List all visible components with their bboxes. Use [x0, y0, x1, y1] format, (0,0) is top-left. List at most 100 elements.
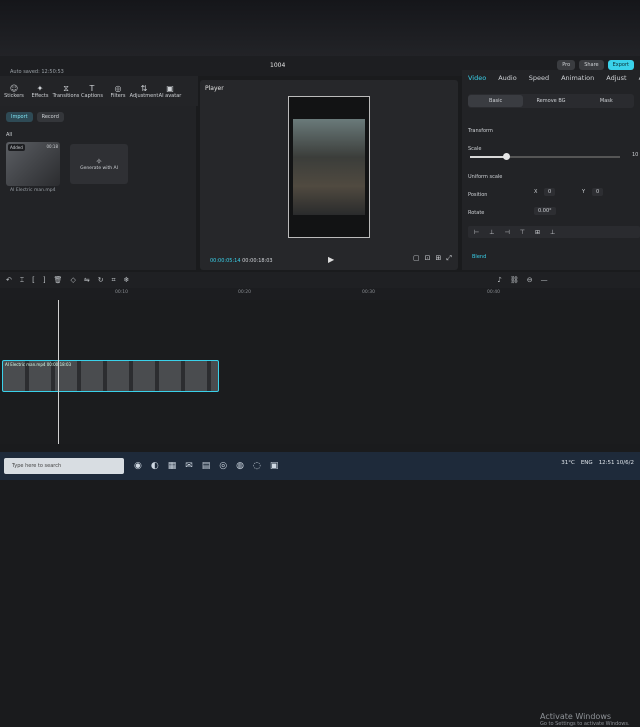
tab-video[interactable]: Video [468, 74, 486, 82]
subtab-remove-bg[interactable]: Remove BG [523, 98, 578, 104]
zoom-slider[interactable]: — [541, 276, 548, 284]
pos-y-input[interactable]: 0 [592, 188, 604, 196]
align-middle-icon[interactable]: ⊞ [535, 229, 540, 236]
tab-transitions[interactable]: ⧖ Transitions [53, 76, 80, 106]
generate-ai-button[interactable]: ✧ Generate with AI [70, 144, 128, 184]
timeline-area[interactable]: AI Electric man.mp4 00:00:18:03 Activate… [0, 300, 640, 727]
player-timecode: 00:00:05:14 00:00:18:03 [210, 258, 273, 264]
clock[interactable]: 12:51 10/6/2 [599, 460, 634, 466]
media-duration: 00:18 [46, 144, 58, 149]
preview-canvas[interactable] [288, 96, 370, 238]
media-thumbnail[interactable]: Added 00:18 [6, 142, 60, 186]
align-center-icon[interactable]: ⊥ [489, 229, 494, 236]
scale-fill [470, 156, 506, 158]
fullscreen-icon[interactable]: ⤢ [446, 254, 452, 263]
player-panel: Player 00:00:05:14 00:00:18:03 ▶ ▢ ⊡ ⊞ ⤢ [200, 80, 458, 270]
subtab-mask[interactable]: Mask [579, 98, 634, 104]
trim-right-icon[interactable]: ] [43, 276, 46, 284]
scale-value: 10 [632, 152, 639, 158]
export-button[interactable]: Export [607, 60, 634, 70]
link-icon[interactable]: ⛓ [510, 276, 519, 284]
avatar-icon: ▣ [166, 83, 174, 93]
pos-y-label: Y [582, 189, 586, 195]
edge-icon[interactable]: ◐ [151, 461, 159, 471]
tab-stickers[interactable]: ☺ Stickers [2, 76, 26, 106]
autosave-status: Auto saved: 12:50:53 [10, 69, 64, 75]
share-button[interactable]: Share [579, 60, 604, 70]
uniform-scale-label: Uniform scale [468, 174, 503, 180]
tab-audio[interactable]: Audio [498, 74, 516, 82]
blend-toggle[interactable]: Blend [472, 254, 486, 260]
video-clip[interactable]: AI Electric man.mp4 00:00:18:03 [2, 360, 219, 392]
ratio-icon[interactable]: ▢ [413, 254, 420, 263]
tab-filters[interactable]: ◎ Filters [106, 76, 130, 106]
timeline-toolbar: ↶ ⌶ [ ] 🗑 ◇ ⇋ ↻ ⌗ ❄ ♪ ⛓ ⊖ — [0, 272, 640, 288]
subtab-basic[interactable]: Basic [468, 95, 524, 107]
player-title: Player [205, 85, 224, 92]
tab-ai-avatar[interactable]: ▣ AI avatar [158, 76, 182, 106]
filter-all[interactable]: All [6, 132, 12, 138]
tab-effects[interactable]: ✦ Effects [28, 76, 52, 106]
capcut-icon[interactable]: ▣ [270, 461, 279, 471]
ruler-tick: 00:30 [362, 290, 375, 295]
tab-animation[interactable]: Animation [561, 74, 594, 82]
screen-bezel [0, 0, 640, 56]
weather-temp[interactable]: 31°C [561, 460, 575, 466]
align-bottom-icon[interactable]: ⊥ [550, 229, 555, 236]
filter-icon: ◎ [114, 83, 122, 93]
total-time: 00:00:18:03 [242, 258, 273, 264]
app-icon[interactable]: ◌ [253, 461, 261, 471]
tab-adjustment[interactable]: ⇅ Adjustment [130, 76, 159, 106]
zoom-out-icon[interactable]: ⊖ [527, 276, 533, 284]
rotate-label: Rotate [468, 210, 485, 216]
align-left-icon[interactable]: ⊢ [474, 229, 479, 236]
rotate-input[interactable]: 0.00° [534, 207, 556, 215]
fit-icon[interactable]: ⊞ [436, 254, 442, 263]
shield-icon[interactable]: ◇ [70, 276, 75, 284]
transition-icon: ⧖ [63, 83, 69, 93]
play-icon[interactable]: ▶ [328, 255, 334, 264]
playhead[interactable] [58, 300, 59, 444]
tab-speed[interactable]: Speed [529, 74, 549, 82]
crop-tl-icon[interactable]: ⌗ [112, 276, 116, 285]
mail-icon[interactable]: ✉ [185, 461, 193, 471]
current-time: 00:00:05:14 [210, 258, 241, 264]
tab-captions[interactable]: T Captions [80, 76, 104, 106]
delete-icon[interactable]: 🗑 [54, 276, 63, 284]
ruler-tick: 00:20 [238, 290, 251, 295]
scale-label: Scale [468, 146, 482, 152]
tab-adjust[interactable]: Adjust [606, 74, 626, 82]
crop-icon[interactable]: ⊡ [425, 254, 431, 263]
explorer-icon[interactable]: ▤ [202, 461, 211, 471]
pos-x-input[interactable]: 0 [544, 188, 556, 196]
freeze-icon[interactable]: ❄ [124, 276, 130, 284]
pos-x-label: X [534, 189, 538, 195]
align-right-icon[interactable]: ⊣ [504, 229, 509, 236]
store-icon[interactable]: ▦ [168, 461, 177, 471]
taskbar-search[interactable]: Type here to search [4, 458, 124, 474]
sticker-icon: ☺ [9, 83, 19, 93]
align-top-icon[interactable]: ⊤ [520, 229, 525, 236]
language-indicator[interactable]: ENG [581, 460, 593, 466]
scale-knob[interactable] [503, 153, 510, 160]
whatsapp-icon[interactable]: ◎ [219, 461, 227, 471]
mic-icon[interactable]: ♪ [497, 276, 501, 284]
media-file-name: AI Electric man.mp4 [10, 188, 56, 193]
chrome-icon[interactable]: ◉ [134, 461, 142, 471]
trim-left-icon[interactable]: [ [32, 276, 35, 284]
undo-icon[interactable]: ↶ [6, 276, 12, 284]
app-icon[interactable]: ◍ [236, 461, 244, 471]
mirror-icon[interactable]: ⇋ [84, 276, 90, 284]
preview-frame [293, 119, 365, 215]
split-icon[interactable]: ⌶ [20, 276, 24, 285]
record-button[interactable]: Record [36, 112, 64, 122]
position-label: Position [468, 192, 488, 198]
scale-slider[interactable] [470, 153, 620, 160]
rotate-icon[interactable]: ↻ [98, 276, 104, 284]
properties-panel: Video Audio Speed Animation Adjust AI Ba… [462, 70, 640, 270]
transform-heading: Transform [468, 128, 493, 134]
effects-icon: ✦ [36, 83, 44, 93]
import-button[interactable]: Import [6, 112, 33, 122]
pro-button[interactable]: Pro [557, 60, 576, 70]
added-badge: Added [8, 144, 25, 151]
